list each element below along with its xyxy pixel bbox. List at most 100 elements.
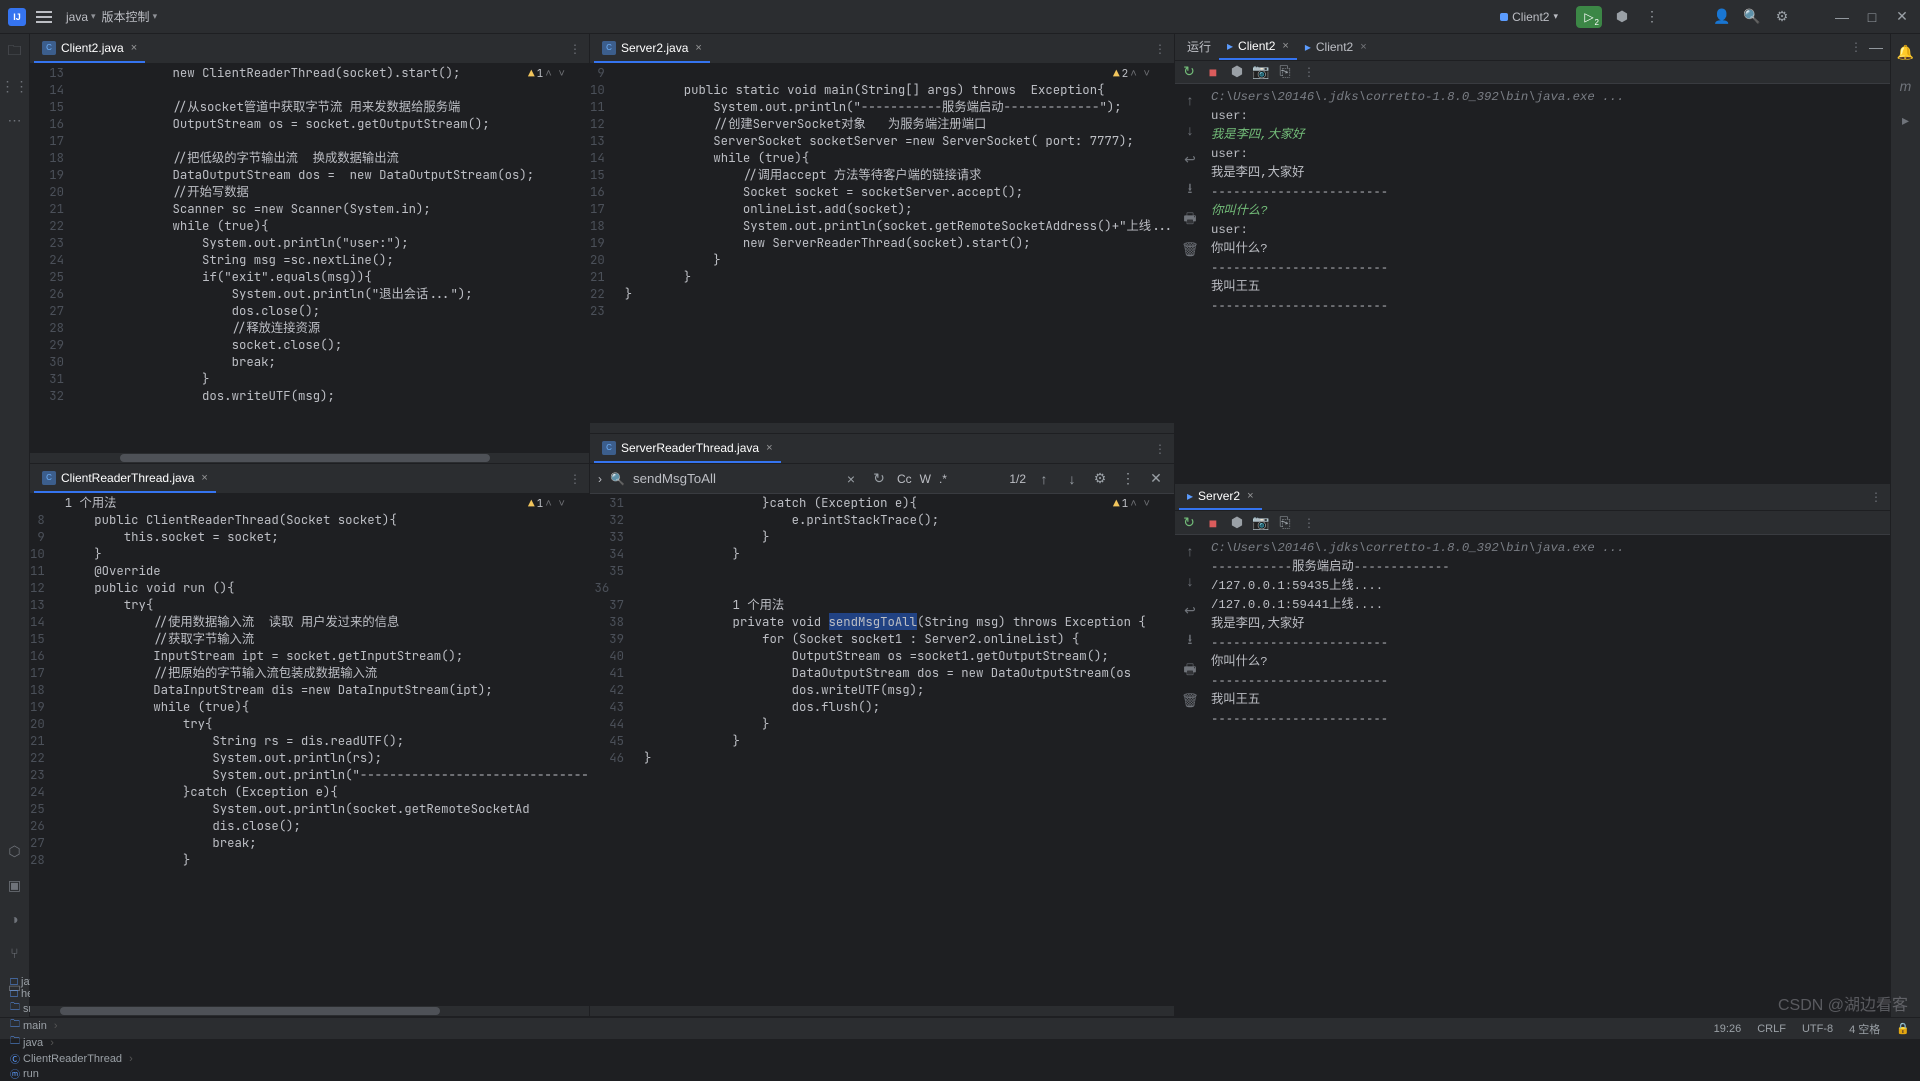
run-more-icon[interactable]: ⋮ — [1299, 65, 1319, 79]
indent-status[interactable]: 4 空格 — [1849, 1021, 1880, 1037]
readonly-lock-icon[interactable]: 🔒 — [1896, 1022, 1910, 1035]
down-icon[interactable]: ↓ — [1180, 120, 1200, 140]
editor-menu-icon[interactable]: ⋮ — [565, 42, 585, 56]
print-icon[interactable]: 🖶 — [1180, 210, 1200, 230]
project-tool-icon[interactable]: 🗀 — [5, 42, 25, 62]
dump-icon[interactable]: 📷 — [1251, 513, 1271, 533]
structure-tool-icon[interactable]: ⋮⋮ — [5, 76, 25, 96]
editor-menu-icon[interactable]: ⋮ — [1150, 42, 1170, 56]
search-icon[interactable]: 🔍 — [1742, 7, 1762, 27]
run-tool-label: 运行 — [1179, 38, 1219, 55]
exit-icon[interactable]: ⎘ — [1275, 513, 1295, 533]
settings-icon[interactable]: ⚙ — [1772, 7, 1792, 27]
window-maximize[interactable]: □ — [1862, 7, 1882, 27]
notifications-icon[interactable]: 🔔 — [1896, 42, 1916, 62]
run-menu-icon[interactable]: ⋮ — [1846, 40, 1866, 54]
more-tool-icon[interactable]: ⋯ — [5, 110, 25, 130]
hamburger-menu[interactable] — [36, 11, 52, 23]
down-icon[interactable]: ↓ — [1180, 571, 1200, 591]
run-minimize-icon[interactable]: — — [1866, 37, 1886, 57]
editor-menu-icon[interactable]: ⋮ — [565, 472, 585, 486]
app-logo: IJ — [8, 8, 26, 26]
window-minimize[interactable]: — — [1832, 7, 1852, 27]
project-menu[interactable]: java — [66, 8, 96, 25]
run-tab-server[interactable]: ▸Server2× — [1179, 484, 1262, 510]
find-toggle-regex[interactable]: .* — [939, 472, 947, 486]
search-icon: 🔍 — [610, 472, 625, 486]
rerun-icon[interactable]: ↻ — [1179, 513, 1199, 533]
right-toolbar: 🔔 m ▸ — [1890, 34, 1920, 1017]
editor-client2[interactable]: 13 14 15 16 17 18 19 20 21 22 23 24 25 2… — [30, 64, 589, 453]
find-toggle-case[interactable]: Cc — [897, 472, 912, 486]
run-button[interactable]: ▷2 — [1576, 6, 1602, 28]
tab-server2[interactable]: CServer2.java× — [594, 34, 710, 63]
find-toggle-word[interactable]: W — [920, 472, 931, 486]
close-tab-icon[interactable]: × — [695, 42, 701, 54]
run-more-icon[interactable]: ⋮ — [1299, 516, 1319, 530]
clear-icon[interactable]: 🗑 — [1180, 691, 1200, 711]
up-icon[interactable]: ↑ — [1180, 541, 1200, 561]
close-tab-icon[interactable]: × — [766, 442, 772, 454]
dump-icon[interactable]: 📷 — [1251, 62, 1271, 82]
find-count: 1/2 — [1009, 472, 1026, 486]
tab-client2[interactable]: CClient2.java× — [34, 34, 145, 63]
file-encoding[interactable]: UTF-8 — [1802, 1023, 1833, 1035]
tab-clientreader[interactable]: CClientReaderThread.java× — [34, 464, 216, 493]
titlebar: IJ java 版本控制 Client2▾ ▷2 ⬢ ⋮ 👤 🔍 ⚙ — □ ✕ — [0, 0, 1920, 34]
debug-attach-icon[interactable]: ⬢ — [1227, 513, 1247, 533]
breadcrumb-item[interactable]: 🗀 java — [10, 1034, 133, 1051]
terminal-icon[interactable]: ▣ — [5, 875, 25, 895]
close-tab-icon[interactable]: × — [131, 42, 137, 54]
stop-icon[interactable]: ■ — [1203, 513, 1223, 533]
scroll-end-icon[interactable]: ⭳ — [1180, 180, 1200, 200]
debug-button[interactable]: ⬢ — [1612, 7, 1632, 27]
run-config-selector[interactable]: Client2▾ — [1492, 8, 1566, 26]
find-more-icon[interactable]: ⋮ — [1118, 469, 1138, 489]
problems-icon[interactable]: ◑ — [5, 909, 25, 929]
left-toolbar: 🗀 ⋮⋮ ⋯ ⬡ ▣ ◑ ⑂ ▭ — [0, 34, 30, 1017]
maven-icon[interactable]: m — [1896, 76, 1916, 96]
editor-server2[interactable]: 9 10 11 12 13 14 15 16 17 18 19 20 21 22… — [590, 64, 1174, 423]
code-with-me-icon[interactable]: 👤 — [1712, 7, 1732, 27]
up-icon[interactable]: ↑ — [1180, 90, 1200, 110]
find-next-icon[interactable]: ↓ — [1062, 469, 1082, 489]
breadcrumb-item[interactable]: ⓜ run — [10, 1066, 133, 1081]
run-console-2[interactable]: C:\Users\20146\.jdks\corretto-1.8.0_392\… — [1205, 535, 1890, 1016]
soft-wrap-icon[interactable]: ↩ — [1180, 150, 1200, 170]
scroll-end-icon[interactable]: ⭳ — [1180, 631, 1200, 651]
run-tab-2[interactable]: ▸Client2× — [1297, 34, 1375, 60]
vcs-icon[interactable]: ⑂ — [5, 943, 25, 963]
close-tab-icon[interactable]: × — [201, 472, 207, 484]
window-close[interactable]: ✕ — [1892, 7, 1912, 27]
clear-icon[interactable]: 🗑 — [1180, 240, 1200, 260]
rerun-icon[interactable]: ↻ — [1179, 62, 1199, 82]
tab-serverreader[interactable]: CServerReaderThread.java× — [594, 434, 781, 463]
gradle-icon[interactable]: ▸ — [1896, 110, 1916, 130]
breadcrumb-item[interactable]: Ⓒ ClientReaderThread — [10, 1051, 133, 1066]
find-input[interactable] — [633, 471, 833, 486]
soft-wrap-icon[interactable]: ↩ — [1180, 601, 1200, 621]
caret-position[interactable]: 19:26 — [1714, 1023, 1742, 1035]
find-clear-icon[interactable]: × — [841, 469, 861, 489]
line-separator[interactable]: CRLF — [1757, 1023, 1786, 1035]
status-bar: 🞎 java🞎 hello🗀 src🗀 main🗀 javaⒸ ClientRe… — [0, 1017, 1920, 1039]
services-icon[interactable]: ⬡ — [5, 841, 25, 861]
find-expand-icon[interactable]: › — [598, 472, 602, 486]
editor-menu-icon[interactable]: ⋮ — [1150, 442, 1170, 456]
stop-icon[interactable]: ■ — [1203, 62, 1223, 82]
debug-attach-icon[interactable]: ⬢ — [1227, 62, 1247, 82]
editor-serverreader[interactable]: 31 32 33 34 35 36 37 38 39 40 41 42 43 4… — [590, 494, 1174, 1006]
vcs-menu[interactable]: 版本控制 — [102, 8, 158, 25]
find-prev-icon[interactable]: ↑ — [1034, 469, 1054, 489]
find-filter-icon[interactable]: ⚙ — [1090, 469, 1110, 489]
run-tab-1[interactable]: ▸Client2× — [1219, 34, 1297, 60]
find-close-icon[interactable]: ✕ — [1146, 469, 1166, 489]
find-history-icon[interactable]: ↻ — [869, 469, 889, 489]
more-actions[interactable]: ⋮ — [1642, 7, 1662, 27]
editor-clientreader[interactable]: 8 9 10 11 12 13 14 15 16 17 18 19 20 21 … — [30, 494, 589, 1006]
find-bar: › 🔍 × ↻ Cc W .* 1/2 ↑ ↓ ⚙ ⋮ ✕ — [590, 464, 1174, 494]
exit-icon[interactable]: ⎘ — [1275, 62, 1295, 82]
print-icon[interactable]: 🖶 — [1180, 661, 1200, 681]
breadcrumb-item[interactable]: 🗀 main — [10, 1017, 133, 1034]
run-console-1[interactable]: C:\Users\20146\.jdks\corretto-1.8.0_392\… — [1205, 84, 1890, 483]
